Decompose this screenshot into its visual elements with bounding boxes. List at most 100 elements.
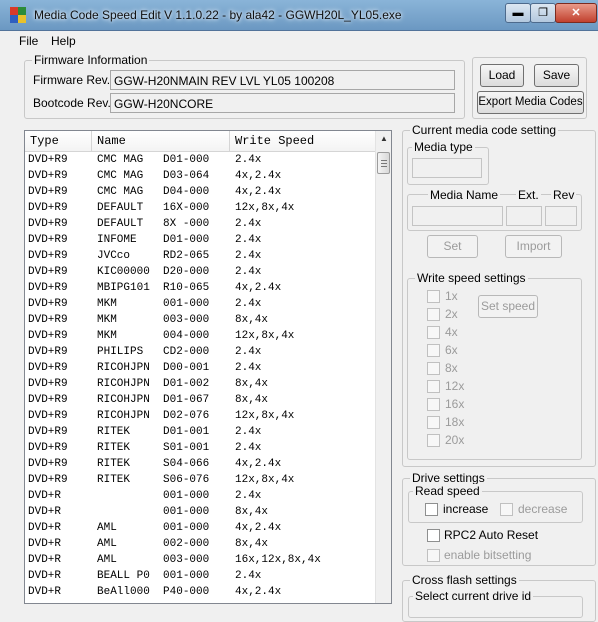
row-type-cell: DVD+R9: [28, 314, 68, 326]
table-row[interactable]: DVD+R9 RICOHJPN D01-002 8x,4x: [25, 376, 375, 392]
table-row[interactable]: DVD+R9 RITEK S04-066 4x,2.4x: [25, 456, 375, 472]
table-row[interactable]: DVD+R9 RICOHJPN D02-076 12x,8x,4x: [25, 408, 375, 424]
row-name-cell: RICOHJPN D00-001: [97, 362, 210, 374]
speed-6x-label: 6x: [445, 343, 458, 357]
row-write-speed-cell: 2.4x: [235, 234, 262, 246]
title-bar[interactable]: Media Code Speed Edit V 1.1.0.22 - by al…: [0, 0, 598, 31]
table-row[interactable]: DVD+R9 MKM 003-000 8x,4x: [25, 312, 375, 328]
column-header-type[interactable]: Type: [25, 131, 92, 151]
media-type-group: Media type: [407, 140, 489, 185]
row-write-speed-cell: 8x,4x: [235, 314, 269, 326]
table-row[interactable]: DVD+R9 RITEK S06-076 12x,8x,4x: [25, 472, 375, 488]
media-type-field[interactable]: [412, 158, 482, 178]
table-row[interactable]: DVD+R9 KIC00000 D20-000 2.4x: [25, 264, 375, 280]
table-row[interactable]: DVD+R BEALL P0 001-000 2.4x: [25, 568, 375, 584]
scroll-up-arrow-icon[interactable]: ▲: [376, 131, 391, 147]
increase-label: increase: [443, 502, 489, 516]
load-button[interactable]: Load: [480, 64, 524, 87]
row-type-cell: DVD+R9: [28, 330, 68, 342]
table-row[interactable]: DVD+R 001-000 2.4x: [25, 488, 375, 504]
table-row[interactable]: DVD+R9 CMC MAG D03-064 4x,2.4x: [25, 168, 375, 184]
maximize-button[interactable]: ❐: [530, 3, 556, 23]
table-row[interactable]: DVD+R AML 001-000 4x,2.4x: [25, 520, 375, 536]
set-speed-button[interactable]: Set speed: [478, 295, 538, 318]
vertical-scrollbar[interactable]: ▲: [375, 131, 391, 603]
row-write-speed-cell: 2.4x: [235, 154, 262, 166]
table-row[interactable]: DVD+R9 MKM 004-000 12x,8x,4x: [25, 328, 375, 344]
scroll-thumb[interactable]: [377, 152, 390, 174]
table-row[interactable]: DVD+R9 CMC MAG D04-000 4x,2.4x: [25, 184, 375, 200]
speed-12x-label: 12x: [445, 379, 465, 393]
close-button[interactable]: ✕: [555, 3, 597, 23]
drive-settings-group: Drive settings Read speed increase decre…: [402, 471, 596, 566]
row-name-cell: JVCco RD2-065: [97, 250, 210, 262]
table-row[interactable]: DVD+R9 MKM 001-000 2.4x: [25, 296, 375, 312]
table-row[interactable]: DVD+R9 PHILIPS CD2-000 2.4x: [25, 344, 375, 360]
rev-field[interactable]: [545, 206, 577, 226]
table-row[interactable]: DVD+R9 INFOME D01-000 2.4x: [25, 232, 375, 248]
speed-16x-label: 16x: [445, 397, 465, 411]
table-row[interactable]: DVD+R9 RICOHJPN D01-067 8x,4x: [25, 392, 375, 408]
media-code-list[interactable]: Type Name Write Speed DVD+R9 CMC MAG D01-…: [24, 130, 392, 604]
table-row[interactable]: DVD+R 001-000 8x,4x: [25, 504, 375, 520]
row-write-speed-cell: 4x,2.4x: [235, 170, 282, 182]
table-row[interactable]: DVD+R9 CMC MAG D01-000 2.4x: [25, 152, 375, 168]
row-write-speed-cell: 8x,4x: [235, 378, 269, 390]
row-write-speed-cell: 12x,8x,4x: [235, 330, 295, 342]
row-type-cell: DVD+R9: [28, 474, 68, 486]
export-media-codes-button[interactable]: Export Media Codes: [477, 91, 584, 114]
speed-4x-label: 4x: [445, 325, 458, 339]
speed-1x-checkbox[interactable]: [427, 290, 440, 303]
table-row[interactable]: DVD+R AML 003-000 16x,12x,8x,4x: [25, 552, 375, 568]
speed-18x-checkbox[interactable]: [427, 416, 440, 429]
column-header-write-speed[interactable]: Write Speed: [230, 131, 375, 151]
table-row[interactable]: DVD+R9 DEFAULT 8X -000 2.4x: [25, 216, 375, 232]
minimize-button[interactable]: ▬: [505, 3, 531, 23]
table-row[interactable]: DVD+R9 MBIPG101 R10-065 4x,2.4x: [25, 280, 375, 296]
menu-bar: File Help: [0, 31, 598, 51]
row-write-speed-cell: 2.4x: [235, 346, 262, 358]
table-row[interactable]: DVD+R AML 002-000 8x,4x: [25, 536, 375, 552]
speed-4x-checkbox[interactable]: [427, 326, 440, 339]
firmware-rev-field[interactable]: GGW-H20NMAIN REV LVL YL05 100208: [110, 70, 455, 90]
increase-checkbox[interactable]: [425, 503, 438, 516]
rpc2-auto-reset-checkbox[interactable]: [427, 529, 440, 542]
table-row[interactable]: DVD+R9 JVCco RD2-065 2.4x: [25, 248, 375, 264]
menu-file[interactable]: File: [19, 34, 38, 48]
speed-8x-checkbox[interactable]: [427, 362, 440, 375]
speed-6x-checkbox[interactable]: [427, 344, 440, 357]
set-button[interactable]: Set: [427, 235, 478, 258]
speed-16x-checkbox[interactable]: [427, 398, 440, 411]
row-name-cell: 001-000: [97, 490, 210, 502]
row-type-cell: DVD+R: [28, 506, 62, 518]
table-row[interactable]: DVD+R9 DEFAULT 16X-000 12x,8x,4x: [25, 200, 375, 216]
table-row[interactable]: DVD+R9 RITEK S01-001 2.4x: [25, 440, 375, 456]
column-header-name[interactable]: Name: [92, 131, 230, 151]
enable-bitsetting-checkbox[interactable]: [427, 549, 440, 562]
file-actions-group: Load Save Export Media Codes: [472, 57, 587, 119]
row-name-cell: RICOHJPN D02-076: [97, 410, 210, 422]
ext-field[interactable]: [506, 206, 542, 226]
row-type-cell: DVD+R: [28, 538, 62, 550]
save-button[interactable]: Save: [534, 64, 579, 87]
bootcode-rev-field[interactable]: GGW-H20NCORE: [110, 93, 455, 113]
table-row[interactable]: DVD+R9 RITEK D01-001 2.4x: [25, 424, 375, 440]
speed-20x-checkbox[interactable]: [427, 434, 440, 447]
import-button[interactable]: Import: [505, 235, 562, 258]
row-write-speed-cell: 8x,4x: [235, 538, 269, 550]
table-row[interactable]: DVD+R9 RICOHJPN D00-001 2.4x: [25, 360, 375, 376]
speed-12x-checkbox[interactable]: [427, 380, 440, 393]
media-type-label: Media type: [412, 140, 475, 154]
media-code-setting-group: Current media code setting Media type Me…: [402, 123, 596, 467]
list-rows: DVD+R9 CMC MAG D01-000 2.4x DVD+R9 CMC MAG D…: [25, 152, 375, 600]
row-write-speed-cell: 4x,2.4x: [235, 458, 282, 470]
decrease-checkbox[interactable]: [500, 503, 513, 516]
row-write-speed-cell: 4x,2.4x: [235, 586, 282, 598]
menu-help[interactable]: Help: [51, 34, 76, 48]
speed-2x-checkbox[interactable]: [427, 308, 440, 321]
row-name-cell: BEALL P0 001-000: [97, 570, 210, 582]
select-drive-id-label: Select current drive id: [413, 589, 534, 603]
row-name-cell: MKM 004-000: [97, 330, 210, 342]
table-row[interactable]: DVD+R BeAll000 P40-000 4x,2.4x: [25, 584, 375, 600]
media-name-field[interactable]: [412, 206, 503, 226]
